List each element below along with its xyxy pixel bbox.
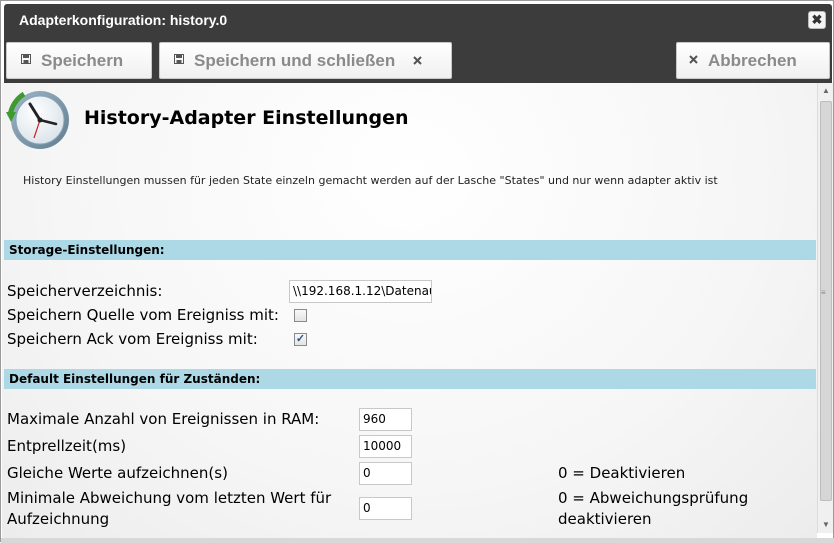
min-deviation-input[interactable]: 0 (359, 497, 412, 520)
min-deviation-hint-line1: 0 = Abweichungsprüfung (558, 489, 749, 507)
store-source-checkbox[interactable] (294, 309, 307, 322)
vertical-scrollbar[interactable]: ▲ ≡ ▼ (817, 83, 833, 533)
close-icon (413, 54, 422, 68)
save-and-close-button[interactable]: Speichern und schließen (159, 42, 452, 79)
same-values-input[interactable]: 0 (359, 462, 412, 485)
scrollbar-grip-icon: ≡ (821, 288, 826, 297)
scrollbar-thumb[interactable] (820, 101, 832, 501)
storage-directory-input[interactable]: \\192.168.1.12\Datenau (289, 280, 432, 303)
debounce-label: Entprellzeit(ms) (7, 437, 127, 455)
settings-content: History-Adapter Einstellungen History Ei… (2, 83, 817, 538)
store-source-label: Speichern Quelle vom Ereigniss mit: (7, 306, 279, 324)
scroll-up-icon[interactable]: ▲ (818, 83, 834, 99)
same-values-hint: 0 = Deaktivieren (558, 464, 686, 482)
dialog-title: Adapterkonfiguration: history.0 (19, 12, 228, 28)
max-events-input[interactable]: 960 (359, 408, 412, 431)
max-events-label: Maximale Anzahl von Ereignissen in RAM: (7, 410, 320, 428)
dialog-titlebar: Adapterkonfiguration: history.0 ✖ (4, 4, 832, 38)
storage-directory-label: Speicherverzeichnis: (7, 282, 163, 300)
adapter-config-dialog: Adapterkonfiguration: history.0 ✖ Speich… (0, 0, 834, 543)
close-icon[interactable]: ✖ (808, 11, 826, 29)
defaults-section-header: Default Einstellungen für Zuständen: (4, 369, 816, 389)
min-deviation-label-line2: Aufzeichnung (7, 510, 110, 528)
save-button-label: Speichern (41, 50, 124, 70)
min-deviation-hint-line2: deaktivieren (558, 510, 652, 528)
floppy-disk-icon (21, 54, 31, 67)
save-and-close-button-label: Speichern und schließen (194, 50, 396, 70)
storage-section-header: Storage-Einstellungen: (4, 240, 816, 260)
cancel-button[interactable]: Abbrechen (676, 42, 830, 79)
cancel-button-label: Abbrechen (708, 50, 797, 70)
info-text: History Einstellungen mussen für jeden S… (23, 174, 718, 187)
close-icon (689, 54, 698, 67)
history-clock-icon (4, 86, 72, 154)
scroll-down-icon[interactable]: ▼ (818, 517, 834, 533)
store-ack-checkbox[interactable]: ✓ (294, 333, 307, 346)
page-title: History-Adapter Einstellungen (84, 107, 409, 129)
debounce-input[interactable]: 10000 (359, 435, 412, 458)
dialog-toolbar: Speichern Speichern und schließen Abbrec… (4, 38, 832, 83)
save-button[interactable]: Speichern (6, 42, 152, 79)
same-values-label: Gleiche Werte aufzeichnen(s) (7, 464, 228, 482)
floppy-disk-icon (174, 54, 184, 67)
min-deviation-label-line1: Minimale Abweichung vom letzten Wert für (7, 489, 332, 507)
store-ack-label: Speichern Ack vom Ereigniss mit: (7, 330, 258, 348)
dialog-bottom-border (1, 538, 834, 543)
